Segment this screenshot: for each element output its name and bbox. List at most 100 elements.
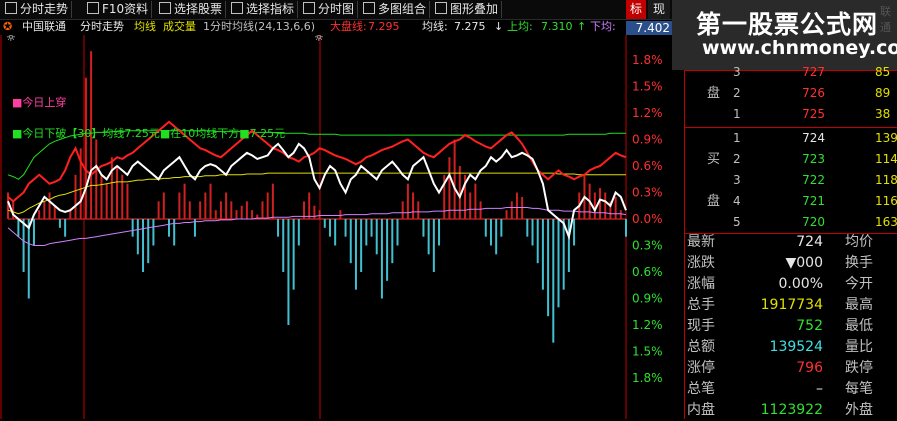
volume-bar	[95, 139, 98, 219]
toolbar-select-indicator-button[interactable]: 选择指标	[228, 1, 299, 18]
volume-bar	[536, 219, 539, 264]
volume-bar	[541, 219, 544, 290]
volume-bar	[126, 183, 129, 219]
junxian-value: 7.275	[454, 20, 486, 33]
volume-bar	[318, 210, 321, 219]
watermark-url: www.chnmoney.com	[702, 37, 897, 59]
chart-info-bar: ✪ 中国联通 分时走势 均线 成交量 1分时均线(24,13,6,6) 大盘线:…	[0, 19, 690, 35]
price-value: 724	[802, 131, 825, 145]
volume-bar	[344, 219, 347, 237]
volume-bar	[116, 166, 119, 219]
stock-name: 中国联通	[22, 20, 66, 33]
toolbar-select-stock-button[interactable]: 选择股票	[156, 1, 227, 18]
axis-tick-label: 0.6%	[632, 265, 663, 279]
volume-bar	[235, 210, 238, 219]
indicator-volume[interactable]: 成交量	[163, 19, 196, 35]
volume-bar	[136, 219, 139, 255]
volume-bar	[479, 201, 482, 219]
quote-label-right: 最低	[845, 318, 873, 334]
quote-label-right: 量比	[845, 339, 873, 355]
quote-value: –	[816, 381, 823, 397]
quote-label: 最新	[687, 234, 715, 250]
buy-side-label-2: 盘	[707, 194, 721, 209]
quote-value: 724	[796, 234, 823, 250]
quote-label: 现手	[687, 318, 715, 334]
toolbar-overlay-button[interactable]: 图形叠加	[432, 1, 503, 18]
volume-bar	[500, 219, 503, 237]
volume-bar	[69, 210, 72, 219]
quote-value: 752	[796, 318, 823, 334]
sell-row-2[interactable]: 盘 2 726 89	[685, 83, 897, 104]
buy-row-4[interactable]: 盘 4 721 116	[685, 191, 897, 212]
intraday-chart[interactable]: ☼ ☼ 1.8% 1.5% 1.2% 0.9% 0.6% 0.3% 0.0% 0.3% 0.6% 0.…	[0, 35, 684, 419]
toolbar-multi-chart-button[interactable]: 多图组合	[360, 1, 431, 18]
volume-bar	[282, 219, 285, 272]
volume-bar	[17, 219, 20, 237]
chart-icon	[303, 2, 315, 14]
volume-bar	[157, 201, 160, 219]
volume-bar	[142, 219, 145, 272]
level-label: 5	[733, 215, 741, 229]
toolbar-timeshare-button[interactable]: 分时图	[300, 1, 359, 18]
legend-line-1: ■今日上穿	[12, 95, 66, 109]
buy-row-5[interactable]: 5 720 163	[685, 212, 897, 233]
quote-label: 涨跌	[687, 255, 715, 271]
axis-tick-label: 0.3%	[632, 186, 663, 200]
volume-bar	[245, 201, 248, 219]
volume-bar	[230, 201, 233, 219]
axis-tick-label: 0.9%	[632, 133, 663, 147]
price-value: 726	[802, 86, 825, 100]
volume-bar	[391, 219, 394, 264]
indicator-junxian[interactable]: 均线	[134, 19, 156, 35]
toolbar-fenshi-button[interactable]: 分时走势	[2, 1, 73, 18]
buy-row-1[interactable]: 1 724 139	[685, 128, 897, 149]
volume-value: 114	[875, 152, 897, 166]
tab-biao[interactable]: 标	[626, 0, 646, 19]
volume-bar	[412, 192, 415, 219]
buy-row-3[interactable]: 3 722 118	[685, 170, 897, 191]
toolbar-f10-button[interactable]: F10资料	[84, 1, 153, 18]
volume-bar	[240, 205, 243, 219]
volume-bar	[22, 219, 25, 272]
dapan-value: 7.295	[368, 20, 400, 33]
quote-label: 总额	[687, 339, 715, 355]
volume-bar	[32, 219, 35, 246]
quote-value: ▼000	[785, 255, 824, 271]
axis-tick-label: 1.2%	[632, 106, 663, 120]
quote-label: 总笔	[687, 381, 715, 397]
sell-side-label: 盘	[707, 86, 721, 101]
volume-bar	[417, 201, 420, 219]
quote-row-total-trades: 总笔 – 每笔	[685, 379, 897, 400]
volume-bar	[297, 219, 300, 246]
volume-bar	[178, 192, 181, 219]
volume-bar	[147, 219, 150, 264]
volume-bar	[183, 183, 186, 219]
volume-bar	[432, 219, 435, 272]
quote-row-current-volume: 现手 752 最低	[685, 316, 897, 337]
axis-tick-label: 1.2%	[632, 318, 663, 332]
legend-line-2: ■今日下破【30】均线7.25元■在10均线下方■7.25元	[12, 126, 285, 140]
volume-value: 38	[875, 107, 891, 121]
volume-bar	[167, 219, 170, 237]
volume-bar	[209, 183, 212, 219]
settings-icon[interactable]: ✪	[3, 19, 12, 35]
chart-icon	[5, 2, 17, 14]
volume-bar	[360, 219, 363, 272]
volume-bar	[599, 188, 602, 219]
sell-row-3[interactable]: 3 727 85	[685, 62, 897, 83]
volume-bar	[323, 219, 326, 228]
down-arrow-icon: ↓	[494, 20, 504, 33]
volume-bar	[547, 219, 550, 317]
indicator-icon	[231, 2, 243, 14]
volume-bar	[38, 210, 41, 219]
volume-bar	[370, 219, 373, 237]
volume-bar	[225, 192, 228, 219]
volume-bar	[614, 196, 617, 219]
xiajun-label: 下均:	[590, 20, 616, 33]
tab-xian[interactable]: 现	[648, 0, 670, 19]
buy-row-2[interactable]: 买 2 723 114	[685, 149, 897, 170]
sell-row-1[interactable]: 1 725 38	[685, 104, 897, 125]
quote-label: 总手	[687, 297, 715, 313]
axis-tick-label: 1.8%	[632, 53, 663, 67]
level-label: 1	[733, 107, 741, 121]
